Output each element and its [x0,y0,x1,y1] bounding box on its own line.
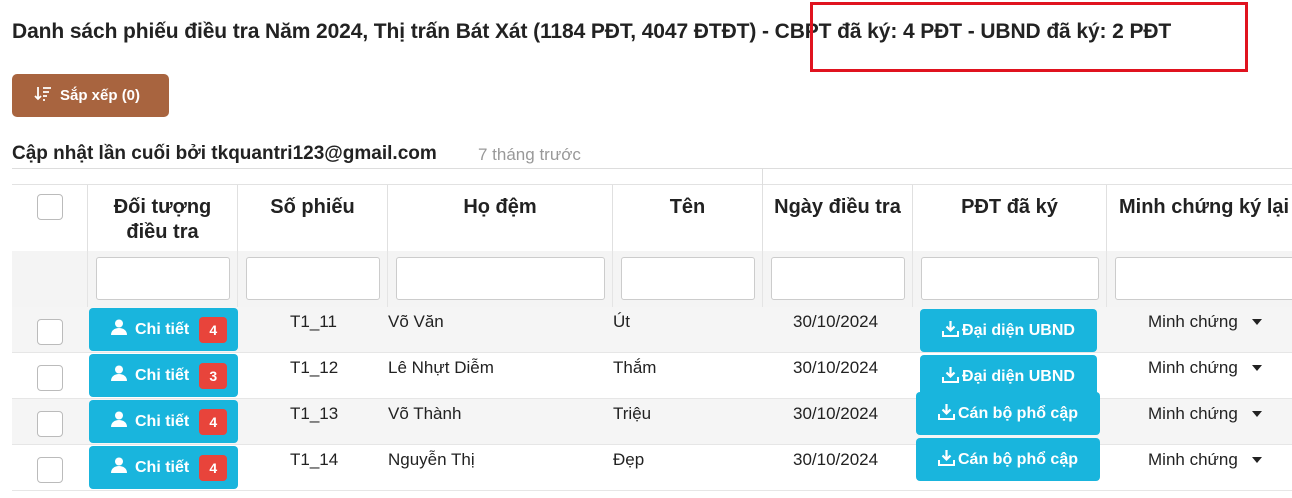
form-number: T1_12 [290,358,339,377]
filter-form-no-input[interactable] [246,257,380,300]
signed-download-button[interactable]: Cán bộ phổ cập [916,392,1100,435]
detail-button-label: Chi tiết [135,366,190,384]
last-name: Võ Văn [388,312,444,331]
download-icon [938,449,955,471]
signed-download-button[interactable]: Cán bộ phổ cập [916,438,1100,481]
filter-signed-input[interactable] [921,257,1099,300]
header-group-strip [12,169,1292,185]
detail-button[interactable]: Chi tiết 4 [89,446,238,489]
survey-date: 30/10/2024 [793,404,879,423]
sort-button[interactable]: Sắp xếp (0) [12,74,169,117]
select-all-checkbox[interactable] [37,194,63,220]
count-badge: 3 [199,362,228,389]
column-header-date[interactable]: Ngày điều tra [763,185,913,251]
chevron-down-icon [1251,457,1262,463]
table-row: Chi tiết 3 T1_12 Lê Nhựt Diễm Thắm 30/10/2024… [12,353,1292,399]
evidence-dropdown[interactable]: Minh chứng [1148,450,1262,470]
signed-button-label: Cán bộ phổ cập [958,404,1078,422]
filter-row [12,251,1292,307]
table-row: Chi tiết 4 T1_13 Võ Thành Triệu 30/10/2024 Cán… [12,392,1292,445]
filter-first-name-input[interactable] [621,257,755,300]
filter-subject-input[interactable] [96,257,230,300]
download-icon [942,366,960,388]
column-header-select [12,185,88,251]
evidence-label: Minh chứng [1148,450,1238,469]
row-checkbox[interactable] [37,457,63,483]
column-header-subject[interactable]: Đối tượng điều tra [88,185,238,251]
signed-button-label: Cán bộ phổ cập [958,450,1078,468]
column-header-form-no[interactable]: Số phiếu [238,185,388,251]
first-name: Đẹp [613,450,645,469]
form-number: T1_13 [290,404,339,423]
form-number: T1_11 [290,312,337,331]
first-name: Thắm [613,358,657,377]
table-row: Chi tiết 4 T1_14 Nguyễn Thị Đẹp 30/10/2024 Cán… [12,438,1292,491]
count-badge: 4 [199,454,228,481]
signed-download-button[interactable]: Đại diện UBND [920,309,1097,352]
sort-descending-icon [34,85,52,107]
detail-button[interactable]: Chi tiết 3 [89,354,238,397]
last-updated-by: Cập nhật lần cuối bởi tkquantri123@gmail… [12,143,437,164]
chevron-down-icon [1251,365,1262,371]
chevron-down-icon [1251,411,1262,417]
detail-button[interactable]: Chi tiết 4 [89,400,238,443]
survey-date: 30/10/2024 [793,358,879,377]
user-icon [110,318,128,341]
detail-button-label: Chi tiết [135,458,190,476]
row-checkbox[interactable] [37,319,63,345]
count-badge: 4 [199,408,228,435]
form-number: T1_14 [290,450,339,469]
column-header-evidence[interactable]: Minh chứng ký lại [1107,185,1292,251]
download-icon [942,320,960,342]
count-badge: 4 [199,316,228,343]
column-header-signed[interactable]: PĐT đã ký [913,185,1107,251]
last-name: Võ Thành [388,404,462,423]
survey-table: Đối tượng điều tra Số phiếu Họ đệm Tên N… [12,168,1292,498]
highlight-box [810,2,1248,72]
column-header-last-name[interactable]: Họ đệm [388,185,613,251]
last-name: Nguyễn Thị [388,450,475,469]
evidence-dropdown[interactable]: Minh chứng [1148,358,1262,378]
table-row: Chi tiết 4 T1_11 Võ Văn Út 30/10/2024 Đại diện… [12,307,1292,353]
row-checkbox[interactable] [37,365,63,391]
sort-button-label: Sắp xếp (0) [60,87,141,104]
detail-button-label: Chi tiết [135,320,190,338]
evidence-label: Minh chứng [1148,312,1238,331]
row-checkbox[interactable] [37,411,63,437]
survey-date: 30/10/2024 [793,450,879,469]
column-header-first-name[interactable]: Tên [613,185,763,251]
filter-evidence-input[interactable] [1115,257,1292,300]
user-icon [110,364,128,387]
last-updated-time: 7 tháng trước [478,145,581,164]
chevron-down-icon [1251,319,1262,325]
evidence-dropdown[interactable]: Minh chứng [1148,404,1262,424]
download-icon [938,403,955,425]
user-icon [110,410,128,433]
user-icon [110,456,128,479]
filter-date-input[interactable] [771,257,905,300]
signed-button-label: Đại diện UBND [962,367,1075,385]
first-name: Út [613,312,630,331]
detail-button[interactable]: Chi tiết 4 [89,308,238,351]
evidence-label: Minh chứng [1148,358,1238,377]
survey-date: 30/10/2024 [793,312,879,331]
last-name: Lê Nhựt Diễm [388,358,494,377]
evidence-label: Minh chứng [1148,404,1238,423]
signed-button-label: Đại diện UBND [962,321,1075,339]
first-name: Triệu [613,404,652,423]
detail-button-label: Chi tiết [135,412,190,430]
evidence-dropdown[interactable]: Minh chứng [1148,312,1262,332]
filter-last-name-input[interactable] [396,257,605,300]
